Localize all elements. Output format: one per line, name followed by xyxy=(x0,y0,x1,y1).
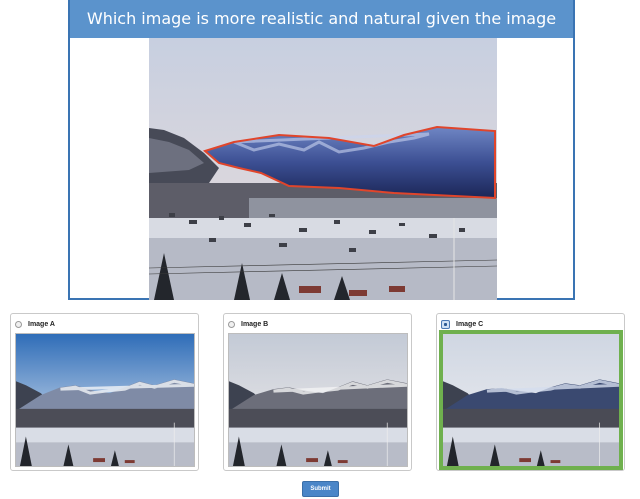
option-c-label: Image C xyxy=(456,320,484,328)
option-card-a[interactable]: Image A xyxy=(10,313,199,471)
option-c-header[interactable]: Image C xyxy=(441,318,483,330)
reference-image xyxy=(149,38,497,300)
option-a-label: Image A xyxy=(28,320,55,328)
option-a-image[interactable] xyxy=(15,333,195,467)
option-b-image[interactable] xyxy=(228,333,408,467)
option-card-c[interactable]: Image C xyxy=(436,313,625,471)
submit-button[interactable]: Submit xyxy=(302,481,339,497)
question-title: Which image is more realistic and natura… xyxy=(70,0,573,66)
question-panel: Which image is more realistic and natura… xyxy=(68,0,575,300)
option-a-header[interactable]: Image A xyxy=(15,318,55,330)
radio-unchecked-icon[interactable] xyxy=(15,320,22,328)
option-b-label: Image B xyxy=(241,320,269,328)
radio-checked-icon[interactable] xyxy=(441,319,450,329)
radio-unchecked-icon[interactable] xyxy=(228,320,235,328)
option-c-image[interactable] xyxy=(439,330,623,470)
option-b-header[interactable]: Image B xyxy=(228,318,268,330)
option-card-b[interactable]: Image B xyxy=(223,313,412,471)
